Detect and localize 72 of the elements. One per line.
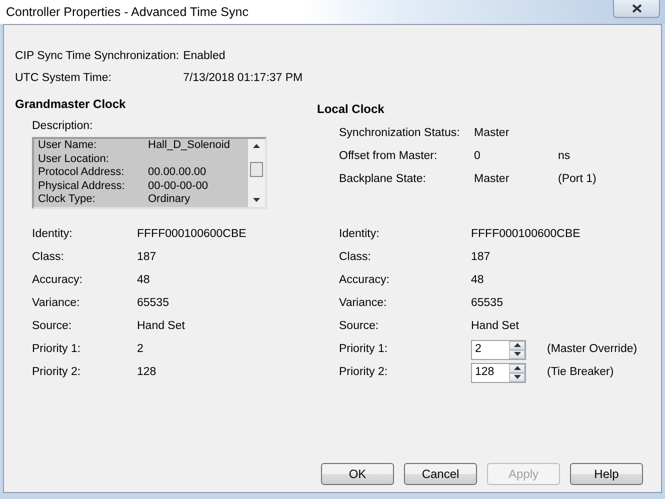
list-label: Physical Address:: [38, 180, 126, 193]
dialog-button[interactable]: Cancel: [404, 463, 477, 485]
up-arrow-icon: [514, 343, 520, 347]
field-label: Priority 1:: [339, 342, 389, 357]
field-value: Hand Set: [137, 319, 186, 334]
field-value: Hand Set: [471, 319, 520, 334]
field-value: 187: [137, 250, 158, 265]
field-note: (Tie Breaker): [547, 365, 614, 380]
field-label: Priority 1:: [32, 342, 82, 357]
close-icon: [632, 4, 642, 13]
field-label: Synchronization Status:: [339, 126, 461, 141]
list-label: User Location:: [38, 152, 110, 166]
field-value: 48: [471, 273, 485, 288]
list-value: Hall_D_Solenoid: [148, 139, 230, 152]
field-label: CIP Sync Time Synchronization:: [15, 49, 180, 64]
field-value: 0: [474, 149, 482, 164]
field-label: Priority 2:: [339, 365, 389, 380]
field-label: Identity:: [339, 227, 380, 242]
field-value: 65535: [471, 296, 504, 311]
list-value: 00.00.00.00: [148, 166, 206, 180]
scroll-up-icon: [253, 144, 260, 148]
down-arrow-icon: [514, 375, 520, 379]
field-label: Accuracy:: [32, 273, 84, 288]
field-label: Source:: [32, 319, 73, 334]
field-label: UTC System Time:: [15, 71, 112, 86]
field-label: Description:: [32, 120, 94, 132]
dialog-button[interactable]: Help: [570, 463, 643, 485]
scrollbar[interactable]: [248, 139, 265, 207]
list-label: User Name:: [38, 139, 98, 152]
field-value: 65535: [137, 296, 170, 311]
list-value: 00-00-00-00: [148, 180, 208, 193]
spin-up-button[interactable]: [509, 364, 525, 372]
section-heading: Grandmaster Clock: [15, 97, 127, 111]
window-title: Controller Properties - Advanced Time Sync: [5, 5, 248, 19]
field-value: 2: [137, 342, 144, 357]
list-value: Ordinary: [148, 193, 190, 206]
close-button[interactable]: [613, 0, 660, 18]
spin-value[interactable]: 128: [472, 361, 509, 384]
field-label: Offset from Master:: [339, 149, 438, 164]
field-value: 187: [471, 250, 492, 265]
list-label: Protocol Address:: [38, 166, 126, 180]
field-value: FFFF000100600CBE: [137, 227, 248, 242]
field-value: FFFF000100600CBE: [471, 227, 582, 242]
field-label: Variance:: [32, 296, 81, 311]
field-value: 7/13/2018 01:17:37 PM: [183, 71, 304, 86]
field-label: Backplane State:: [339, 172, 427, 187]
up-arrow-icon: [514, 366, 520, 370]
section-heading: Local Clock: [317, 102, 386, 116]
field-value: 48: [137, 273, 151, 288]
field-note: (Master Override): [547, 342, 638, 357]
spin-field[interactable]: 2: [471, 340, 526, 360]
spin-field[interactable]: 128: [471, 362, 526, 382]
field-label: Class:: [32, 250, 65, 265]
field-label: Identity:: [32, 227, 74, 242]
scroll-thumb[interactable]: [250, 162, 263, 176]
dialog-button[interactable]: OK: [321, 463, 394, 485]
down-arrow-icon: [514, 352, 520, 356]
field-value: 128: [137, 365, 158, 380]
field-label: Source:: [339, 319, 380, 334]
field-unit: ns: [558, 149, 572, 164]
field-value: Enabled: [183, 49, 226, 64]
spin-up-button[interactable]: [509, 340, 525, 350]
spin-value[interactable]: 2: [472, 338, 509, 361]
field-label: Class:: [339, 250, 372, 265]
scroll-down-icon: [253, 198, 260, 202]
field-value: Master: [474, 126, 510, 141]
field-label: Variance:: [339, 296, 388, 311]
field-value: Master: [474, 172, 510, 187]
field-label: Priority 2:: [32, 365, 82, 380]
field-unit: (Port 1): [558, 172, 598, 187]
list-label: Clock Type:: [38, 193, 96, 206]
field-label: Accuracy:: [339, 273, 390, 288]
